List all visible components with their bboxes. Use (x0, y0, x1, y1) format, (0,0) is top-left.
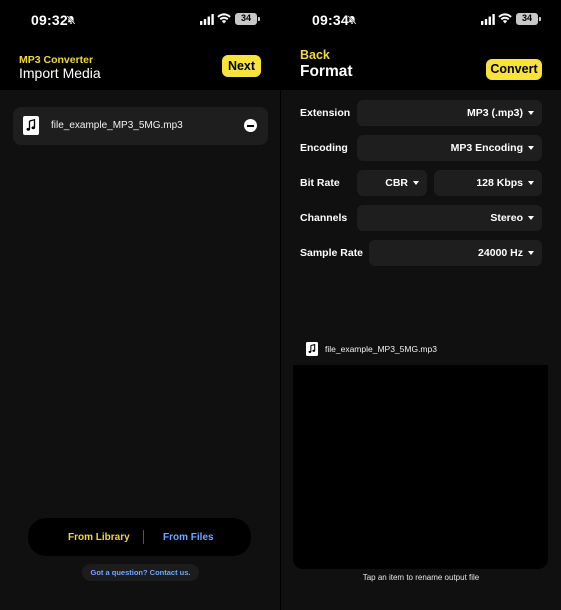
source-selector: From Library From Files (28, 518, 251, 556)
signal-icon (481, 14, 495, 25)
header: MP3 Converter Import Media Next (0, 40, 280, 90)
extension-value: MP3 (.mp3) (466, 107, 523, 119)
encoding-label: Encoding (300, 142, 348, 154)
bitrate-label: Bit Rate (300, 177, 340, 189)
format-screen: 09:34 34 Back Format Convert Extension M… (281, 0, 561, 610)
samplerate-label: Sample Rate (300, 247, 364, 259)
bitrate-mode-select[interactable]: CBR (357, 170, 427, 196)
extension-label: Extension (300, 107, 351, 119)
bitrate-mode-value: CBR (385, 177, 408, 189)
dropdown-caret-icon (528, 111, 534, 115)
import-media-screen: 09:32 34 MP3 Converter Import Media Next (0, 0, 280, 610)
extension-select[interactable]: MP3 (.mp3) (357, 100, 542, 126)
encoding-value: MP3 Encoding (450, 142, 523, 154)
file-name: file_example_MP3_5MG.mp3 (51, 120, 183, 131)
page-title: Format (300, 63, 353, 80)
channels-label: Channels (300, 212, 348, 224)
channels-select[interactable]: Stereo (357, 205, 542, 231)
battery-icon: 34 (516, 13, 541, 25)
samplerate-select[interactable]: 24000 Hz (369, 240, 542, 266)
header: Back Format Convert (281, 40, 561, 90)
samplerate-value: 24000 Hz (478, 247, 523, 259)
music-file-icon (23, 116, 39, 135)
rename-hint: Tap an item to rename output file (362, 573, 480, 582)
channels-value: Stereo (490, 212, 523, 224)
page-title: Import Media (19, 65, 101, 81)
media-list: file_example_MP3_5MG.mp3 From Library Fr… (0, 90, 280, 610)
bell-slash-icon (66, 15, 76, 25)
bitrate-select[interactable]: 128 Kbps (434, 170, 542, 196)
dropdown-caret-icon (528, 216, 534, 220)
battery-icon: 34 (235, 13, 260, 25)
status-bar: 09:34 34 (281, 0, 561, 40)
divider (143, 530, 144, 544)
convert-button[interactable]: Convert (486, 59, 542, 80)
dropdown-caret-icon (528, 146, 534, 150)
next-button[interactable]: Next (222, 55, 261, 77)
list-item[interactable]: file_example_MP3_5MG.mp3 (13, 107, 268, 145)
from-library-button[interactable]: From Library (68, 532, 130, 543)
wifi-icon (217, 13, 231, 24)
status-time: 09:32 (31, 12, 68, 28)
remove-icon[interactable] (244, 119, 257, 132)
bell-slash-icon (347, 15, 357, 25)
output-file-list: file_example_MP3_5MG.mp3 (293, 333, 548, 569)
dropdown-caret-icon (413, 181, 419, 185)
dropdown-caret-icon (528, 181, 534, 185)
back-button[interactable]: Back (300, 48, 330, 62)
status-bar: 09:32 34 (0, 0, 280, 40)
dropdown-caret-icon (528, 251, 534, 255)
list-item[interactable]: file_example_MP3_5MG.mp3 (293, 333, 548, 365)
encoding-select[interactable]: MP3 Encoding (357, 135, 542, 161)
wifi-icon (498, 13, 512, 24)
output-file-name: file_example_MP3_5MG.mp3 (325, 344, 437, 354)
contact-link[interactable]: Got a question? Contact us. (82, 564, 199, 581)
from-files-button[interactable]: From Files (163, 532, 214, 543)
status-time: 09:34 (312, 12, 349, 28)
signal-icon (200, 14, 214, 25)
music-file-icon (306, 342, 318, 356)
bitrate-value: 128 Kbps (476, 177, 523, 189)
format-settings: Extension MP3 (.mp3) Encoding MP3 Encodi… (281, 90, 561, 610)
